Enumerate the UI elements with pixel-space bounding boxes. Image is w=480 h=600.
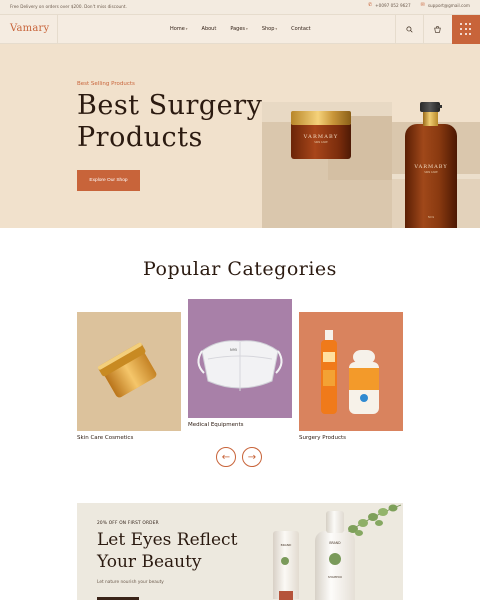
search-icon <box>406 26 413 33</box>
header-divider <box>57 15 58 44</box>
nav-item-contact[interactable]: Contact <box>291 26 310 32</box>
bottle-subtitle: SKIN CARE <box>424 171 438 174</box>
grid-menu-button[interactable] <box>452 15 480 44</box>
chevron-down-icon: ▾ <box>275 27 278 31</box>
site-header: Vamary Home ▾ About Pages ▾ Shop ▾ Contact <box>0 15 480 44</box>
shampoo-type: SHAMPOO <box>327 575 343 579</box>
tube-brand: BRAND <box>280 543 292 547</box>
cream-jar-lid <box>291 111 351 125</box>
face-mask-icon: N95 <box>197 340 283 391</box>
cart-icon <box>434 26 441 33</box>
promo-text: Free Delivery on orders over $200. Don't… <box>10 4 127 9</box>
sunscreen-bottles-icon <box>321 330 379 414</box>
arrow-right-icon: → <box>247 451 257 463</box>
nav-label: Home <box>170 26 185 32</box>
chevron-down-icon: ▾ <box>246 27 248 31</box>
hero-kicker: Best Selling Products <box>77 81 135 87</box>
nav-label: Contact <box>291 26 311 32</box>
topbar-contact: ✆ +0097 052 9627 ✉ support@gmail.com <box>367 2 470 9</box>
nav-label: Pages <box>230 26 246 32</box>
shampoo-cap <box>326 511 344 533</box>
banner-title-line1: Let Eyes Reflect <box>97 530 238 550</box>
mail-icon: ✉ <box>420 2 425 8</box>
cream-jar-icon <box>97 342 157 398</box>
cart-button[interactable] <box>423 15 451 44</box>
svg-text:N95: N95 <box>230 348 237 352</box>
nav-item-home[interactable]: Home ▾ <box>170 26 188 32</box>
hero-section: Best Selling Products Best Surgery Produ… <box>0 44 480 228</box>
bottle-nozzle <box>436 105 442 108</box>
leaf-decoration <box>329 553 341 565</box>
tube-product-image <box>273 531 299 599</box>
hero-title: Best Surgery Products <box>77 90 277 154</box>
nav-label: About <box>201 26 217 32</box>
email-contact[interactable]: ✉ support@gmail.com <box>420 2 470 9</box>
serum-bottle-image <box>405 124 457 228</box>
nav-item-about[interactable]: About <box>202 26 217 32</box>
hero-title-line2: Products <box>77 122 203 153</box>
tube-cap <box>279 591 293 600</box>
nav-item-pages[interactable]: Pages ▾ <box>230 26 247 32</box>
jar-subtitle: SKIN CARE <box>314 141 328 144</box>
nav-label: Shop <box>261 26 275 32</box>
category-name: Medical Equipments <box>188 422 244 428</box>
bottle-neck <box>423 112 438 126</box>
promo-banner: 20% OFF ON FIRST ORDER Let Eyes Reflect … <box>77 503 403 600</box>
bottle-brand: VARMABY <box>414 164 448 170</box>
search-button[interactable] <box>395 15 423 44</box>
shampoo-brand: BRAND <box>329 541 341 545</box>
grid-menu-icon <box>459 23 462 26</box>
banner-title-line2: Your Beauty <box>97 552 202 572</box>
site-logo[interactable]: Vamary <box>10 23 49 34</box>
nav-item-shop[interactable]: Shop ▾ <box>262 26 277 32</box>
phone-contact[interactable]: ✆ +0097 052 9627 <box>367 2 411 9</box>
category-name: Skin Care Cosmetics <box>77 435 134 441</box>
category-image <box>299 312 403 431</box>
email-address: support@gmail.com <box>427 3 470 8</box>
phone-icon: ✆ <box>367 2 373 8</box>
banner-tag: 20% OFF ON FIRST ORDER <box>97 521 159 526</box>
banner-subtitle: Let nature nourish your beauty <box>97 580 164 585</box>
leaf-decoration <box>281 557 289 565</box>
category-name: Surgery Products <box>299 435 347 441</box>
bottle-volume: 50ml <box>427 216 435 219</box>
carousel-controls: ← → <box>216 447 262 467</box>
phone-number: +0097 052 9627 <box>375 3 411 8</box>
chevron-down-icon: ▾ <box>185 27 188 31</box>
banner-title: Let Eyes Reflect Your Beauty <box>97 529 257 573</box>
top-announcement-bar: Free Delivery on orders over $200. Don't… <box>0 0 480 15</box>
category-image <box>77 312 181 431</box>
jar-brand: VARMABY <box>303 134 339 140</box>
explore-shop-button[interactable]: Explore Our Shop <box>77 170 140 191</box>
carousel-next-button[interactable]: → <box>242 447 262 467</box>
carousel-prev-button[interactable]: ← <box>216 447 236 467</box>
main-nav: Home ▾ About Pages ▾ Shop ▾ Contact <box>170 26 311 32</box>
arrow-left-icon: ← <box>221 451 231 463</box>
categories-heading: Popular Categories <box>143 258 337 280</box>
category-image: N95 <box>188 299 292 418</box>
hero-title-line1: Best Surgery <box>77 90 263 121</box>
